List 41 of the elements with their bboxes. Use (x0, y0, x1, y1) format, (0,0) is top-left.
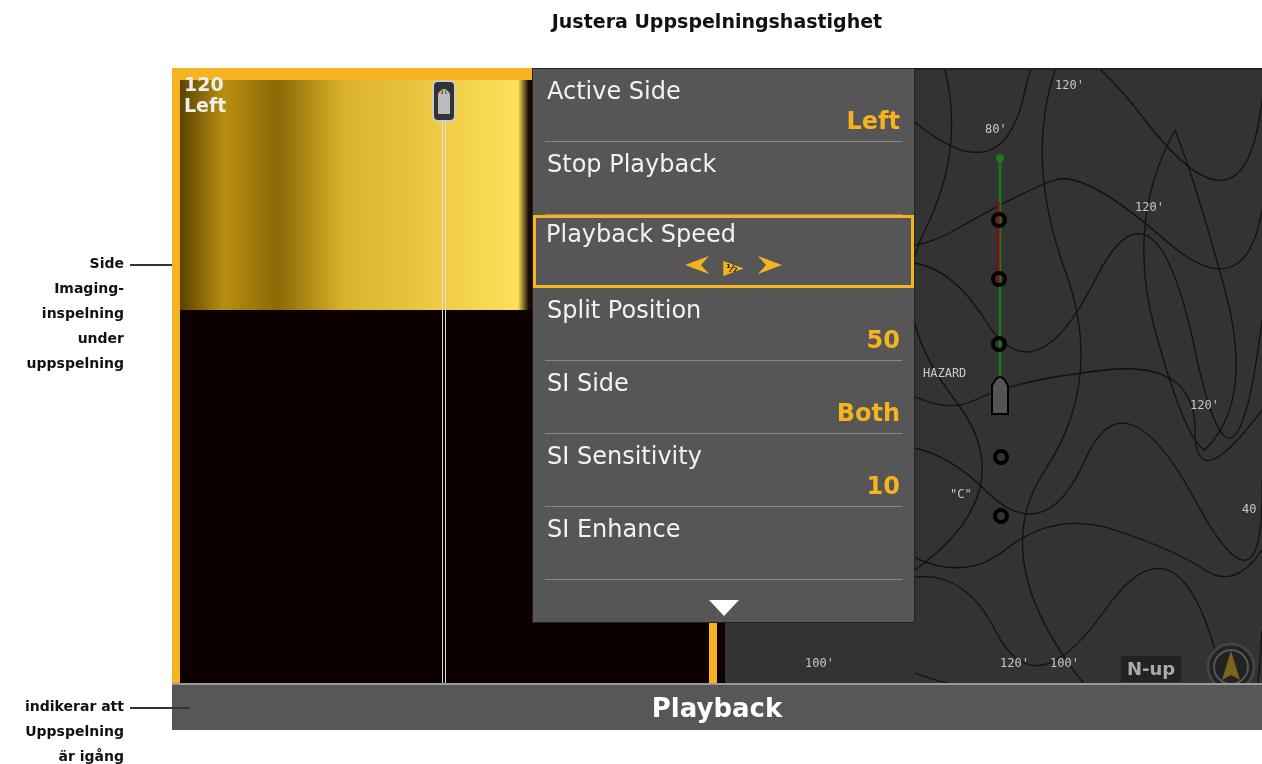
callout-label: indikerar att Uppspelning är igång (24, 697, 124, 764)
left-arrow-icon[interactable] (685, 255, 710, 274)
menu-item[interactable]: SI Enhance (545, 507, 902, 580)
orientation-badge[interactable]: N-up (1121, 656, 1182, 682)
menu-item-label: SI Side (547, 368, 630, 398)
menu-item-label: SI Enhance (547, 514, 682, 544)
menu-item[interactable]: Active Side Left (545, 69, 902, 142)
menu-item[interactable]: Playback Speed ½ (533, 215, 914, 288)
menu-item-value: 10 (866, 471, 900, 501)
boat-icon (432, 80, 456, 122)
depth-label: 120' (1000, 656, 1029, 670)
leader-line (130, 707, 190, 709)
depth-label: 120' (1055, 78, 1084, 92)
menu-item-value: 50 (866, 325, 900, 355)
menu-item[interactable]: Split Position 50 (545, 288, 902, 361)
menu-item[interactable]: SI Sensitivity 10 (545, 434, 902, 507)
menu-item[interactable]: Stop Playback (545, 142, 902, 215)
depth-label: 40 (1242, 502, 1257, 516)
depth-label: 80' (985, 122, 1007, 136)
depth-label: HAZARD (923, 366, 967, 380)
menu-item-value: Left (846, 106, 900, 136)
depth-label: 120' (1135, 200, 1164, 214)
callout-label: Side Imaging-inspelning under uppspelning (25, 254, 124, 373)
depth-label: 100' (805, 656, 834, 670)
range-label: 120 (184, 74, 225, 95)
side-label: Left (184, 95, 227, 116)
menu-item-label: SI Sensitivity (547, 441, 703, 471)
depth-label: 100' (1050, 656, 1079, 670)
page-title: Justera Uppspelningshastighet (551, 10, 883, 32)
scroll-down-icon[interactable] (708, 600, 739, 616)
speed-value: ½ (723, 261, 744, 276)
depth-label: "C" (950, 487, 972, 501)
menu-item-label: Playback Speed (546, 219, 737, 249)
menu-item-label: Active Side (547, 76, 682, 106)
menu-item-label: Split Position (547, 295, 703, 325)
depth-label: 120' (1190, 398, 1219, 412)
menu-item-label: Stop Playback (547, 149, 718, 179)
menu-item-value: Both (836, 398, 900, 428)
menu-item[interactable]: SI Side Both (545, 361, 902, 434)
right-arrow-icon[interactable] (757, 255, 782, 274)
status-label: Playback (651, 692, 783, 723)
